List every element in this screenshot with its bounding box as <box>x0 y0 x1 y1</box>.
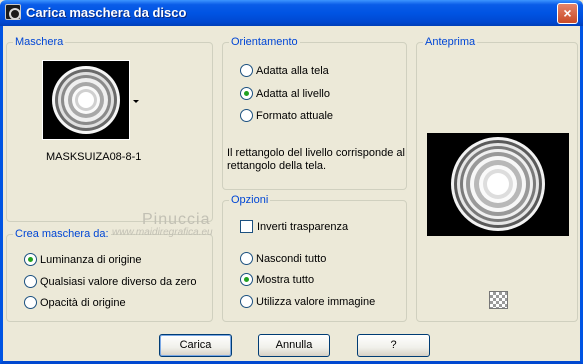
radio-label: Formato attuale <box>256 109 334 122</box>
radio-label: Nascondi tutto <box>256 252 327 265</box>
radio-indicator[interactable] <box>24 296 37 309</box>
checkbox-label: Inverti trasparenza <box>257 220 349 233</box>
preview-image <box>427 133 569 236</box>
radio-source-luminance[interactable]: Luminanza di origine <box>24 253 142 266</box>
checker-texture-icon[interactable] <box>489 291 508 309</box>
title-bar: Carica maschera da disco × <box>0 0 583 26</box>
radio-label: Luminanza di origine <box>40 253 142 266</box>
mask-group-title: Maschera <box>13 36 66 48</box>
radio-indicator[interactable] <box>24 275 37 288</box>
cancel-button[interactable]: Annulla <box>258 334 330 357</box>
orientation-group-title: Orientamento <box>229 36 300 48</box>
load-button[interactable]: Carica <box>159 334 232 357</box>
radio-fit-layer[interactable]: Adatta al livello <box>240 87 330 100</box>
radio-indicator[interactable] <box>240 252 253 265</box>
radio-indicator[interactable] <box>240 273 253 286</box>
checkbox-indicator[interactable] <box>240 220 253 233</box>
radio-label: Opacità di origine <box>40 296 126 309</box>
preview-group-title: Anteprima <box>423 36 478 48</box>
radio-use-image-value[interactable]: Utilizza valore immagine <box>240 295 375 308</box>
radio-show-all[interactable]: Mostra tutto <box>240 273 314 286</box>
mask-name: MASKSUIZA08-8-1 <box>46 151 142 163</box>
window-title: Carica maschera da disco <box>26 5 187 20</box>
radio-label: Adatta alla tela <box>256 64 329 77</box>
radio-label: Utilizza valore immagine <box>256 295 376 308</box>
radio-label: Adatta al livello <box>256 87 330 100</box>
radio-hide-all[interactable]: Nascondi tutto <box>240 252 326 265</box>
options-group-title: Opzioni <box>229 194 271 206</box>
radio-fit-canvas[interactable]: Adatta alla tela <box>240 64 329 77</box>
watermark: Pinuccia www.maidiregrafica.eu <box>112 211 213 239</box>
close-button[interactable]: × <box>557 3 578 24</box>
radio-indicator[interactable] <box>240 87 253 100</box>
radio-source-nonzero[interactable]: Qualsiasi valore diverso da zero <box>24 275 197 288</box>
radio-indicator[interactable] <box>240 64 253 77</box>
radio-source-opacity[interactable]: Opacità di origine <box>24 296 126 309</box>
create-mask-group-title: Crea maschera da: <box>13 228 111 240</box>
watermark-name: Pinuccia <box>142 211 211 228</box>
radio-indicator[interactable] <box>240 109 253 122</box>
help-button[interactable]: ? <box>357 334 430 357</box>
app-icon[interactable] <box>5 4 21 20</box>
radio-current-size[interactable]: Formato attuale <box>240 109 333 122</box>
invert-transparency-checkbox[interactable]: Inverti trasparenza <box>240 220 348 233</box>
radio-label: Mostra tutto <box>256 273 315 286</box>
watermark-url: www.maidiregrafica.eu <box>112 227 213 238</box>
mask-thumbnail[interactable] <box>42 60 130 140</box>
radio-label: Qualsiasi valore diverso da zero <box>40 275 197 288</box>
radio-indicator[interactable] <box>240 295 253 308</box>
orientation-note: Il rettangolo del livello corrisponde al… <box>227 147 405 172</box>
chevron-down-icon[interactable] <box>133 100 139 103</box>
radio-indicator[interactable] <box>24 253 37 266</box>
